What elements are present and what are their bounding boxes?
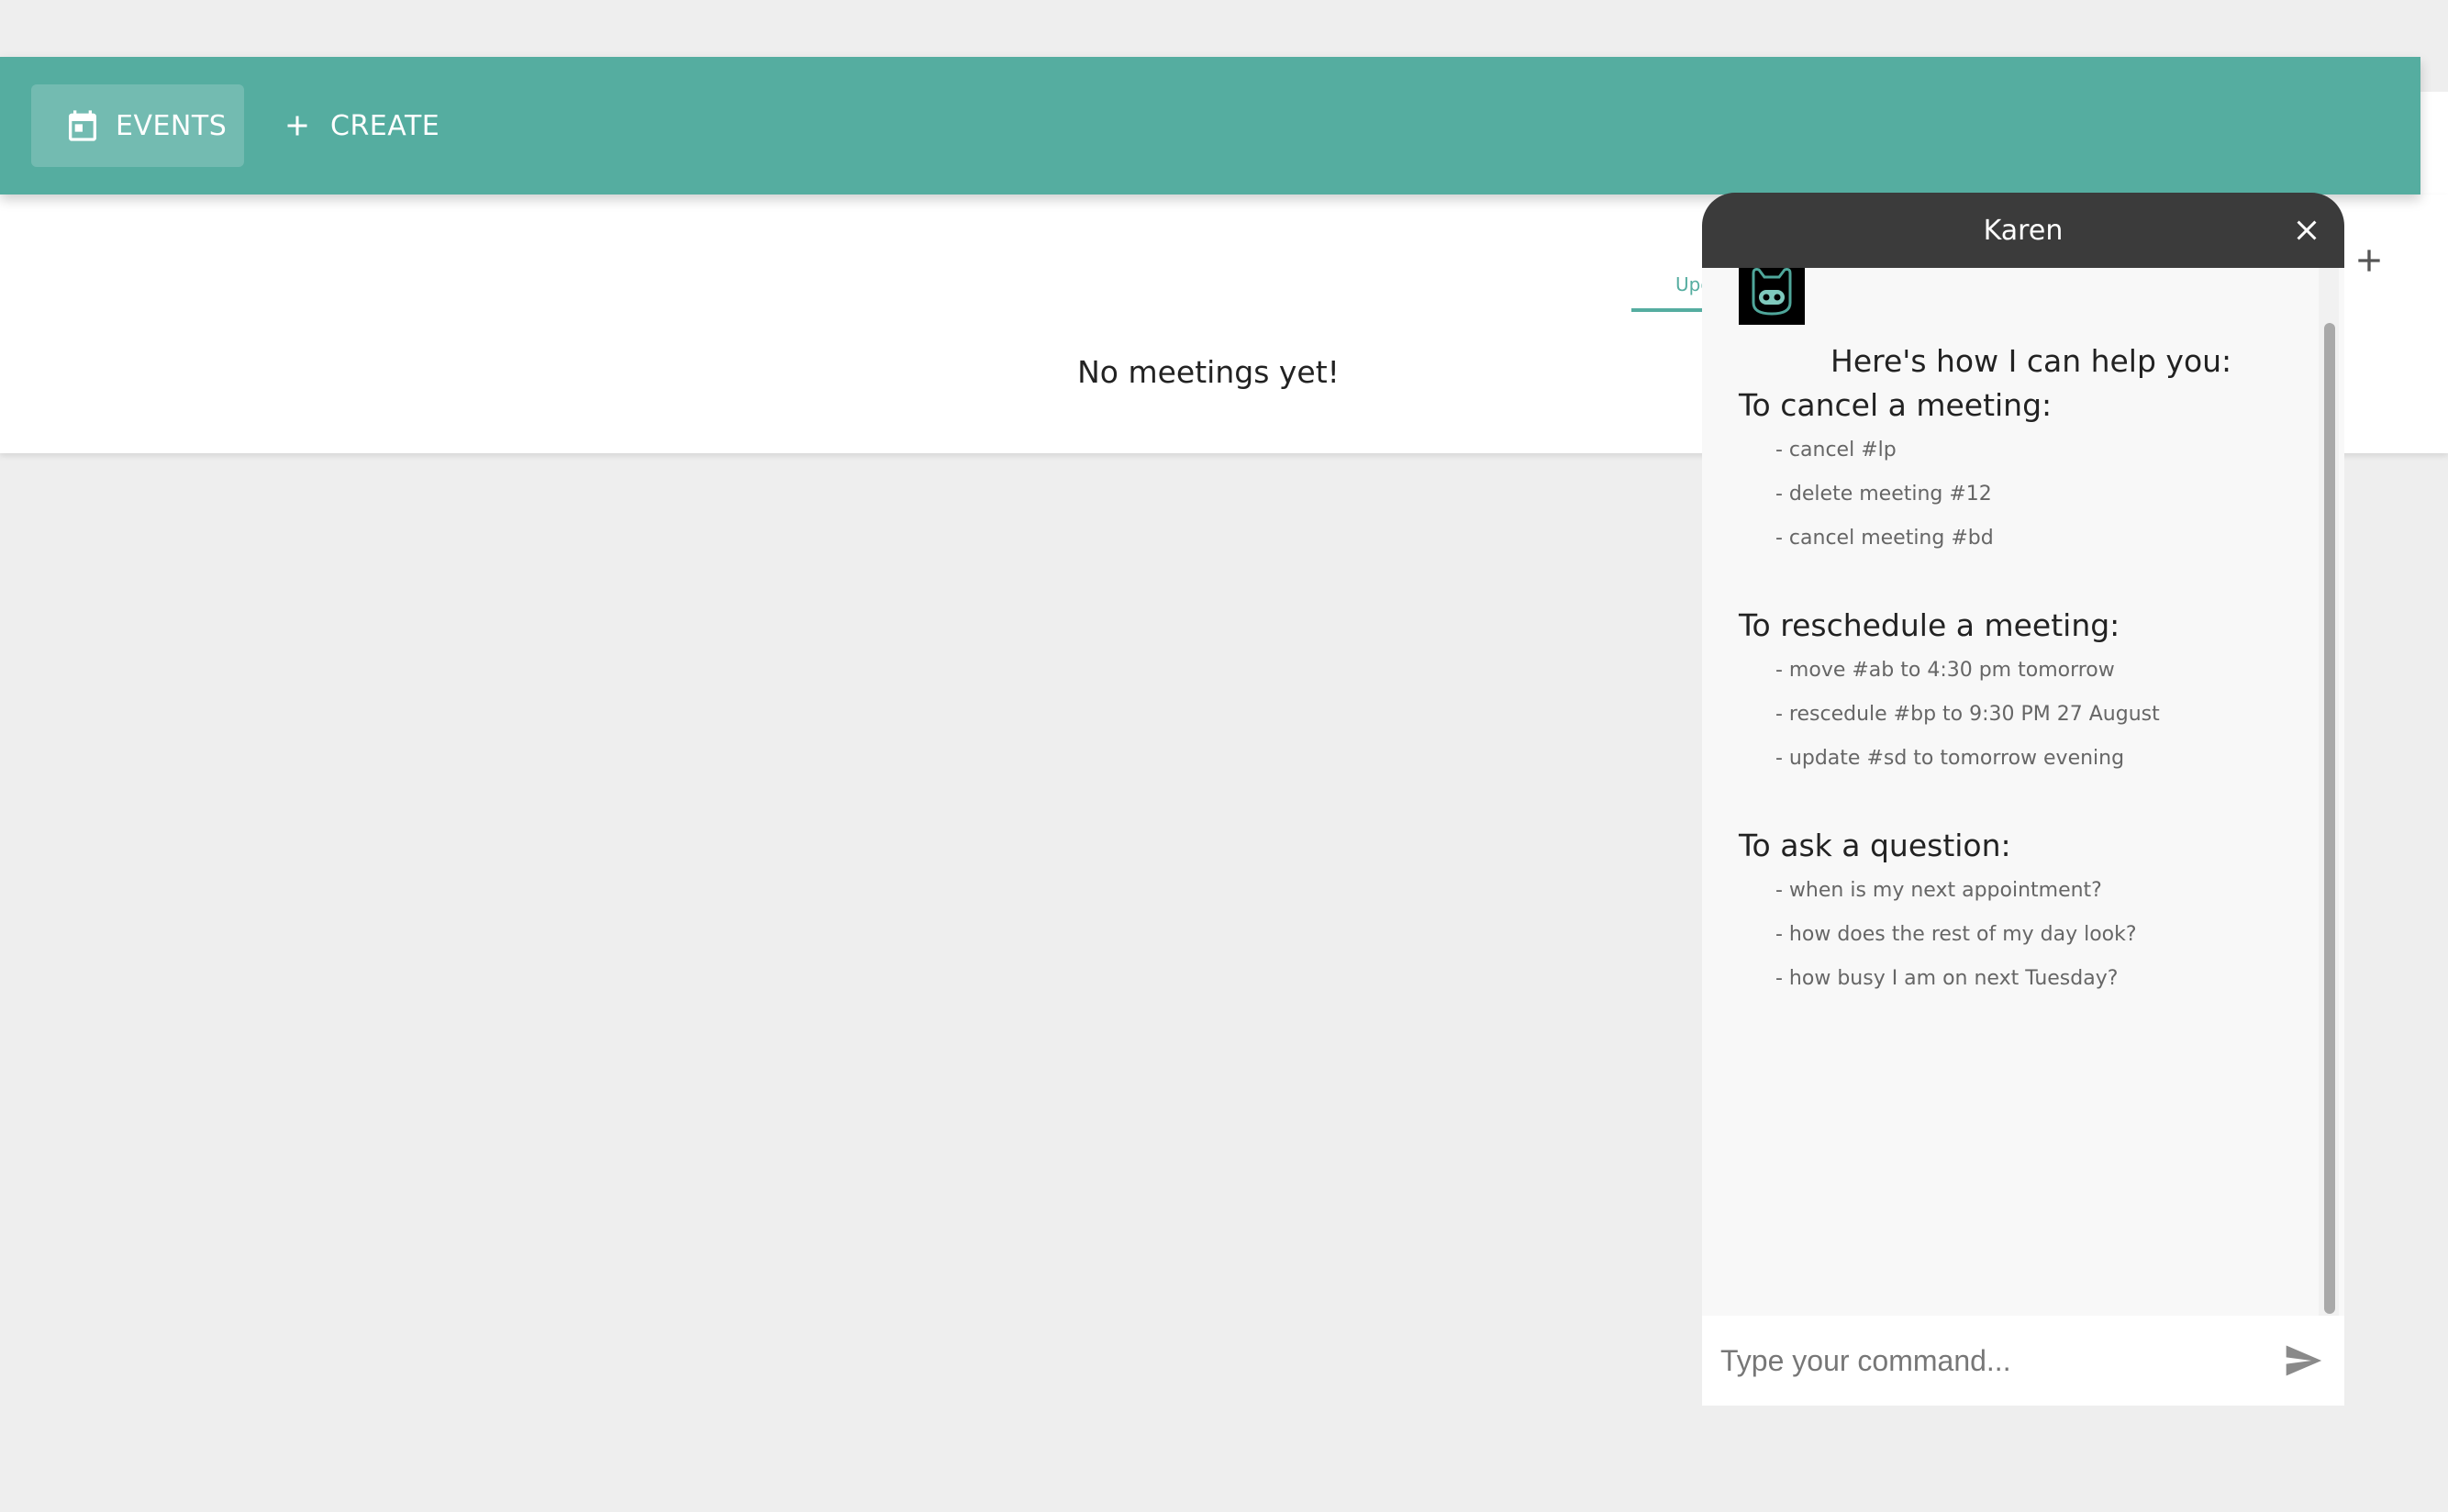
example-item: - when is my next appointment? xyxy=(1775,879,2102,902)
example-item: - how does the rest of my day look? xyxy=(1775,923,2137,946)
plus-icon xyxy=(277,106,317,146)
add-meeting-button[interactable] xyxy=(2349,240,2389,281)
chat-header: Karen xyxy=(1702,193,2344,268)
example-item: - how busy I am on next Tuesday? xyxy=(1775,967,2119,990)
chat-messages: Here's how I can help you: To cancel a m… xyxy=(1702,268,2344,1324)
events-label: EVENTS xyxy=(116,109,228,142)
create-label: CREATE xyxy=(330,109,440,142)
help-intro: Here's how I can help you: xyxy=(1830,343,2232,379)
section-title-question: To ask a question: xyxy=(1739,828,2011,863)
plus-icon xyxy=(2358,250,2380,272)
section-title-cancel: To cancel a meeting: xyxy=(1739,387,2053,423)
command-input[interactable] xyxy=(1719,1332,2254,1389)
example-item: - update #sd to tomorrow evening xyxy=(1775,747,2125,770)
chat-input-area xyxy=(1702,1316,2344,1406)
example-item: - delete meeting #12 xyxy=(1775,483,1992,506)
example-item: - rescedule #bp to 9:30 PM 27 August xyxy=(1775,703,2160,726)
send-icon xyxy=(2286,1345,2322,1376)
close-icon xyxy=(2297,220,2317,240)
events-nav-button[interactable]: EVENTS xyxy=(31,84,244,167)
send-button[interactable] xyxy=(2280,1338,2326,1384)
section-title-reschedule: To reschedule a meeting: xyxy=(1739,607,2120,643)
robot-icon xyxy=(1752,268,1792,316)
create-nav-button[interactable]: CREATE xyxy=(275,84,459,167)
bot-avatar xyxy=(1739,268,1805,325)
chat-close-button[interactable] xyxy=(2287,211,2326,250)
chat-scrollbar-thumb[interactable] xyxy=(2324,323,2335,1314)
example-item: - move #ab to 4:30 pm tomorrow xyxy=(1775,659,2115,682)
top-app-bar: EVENTS CREATE xyxy=(0,57,2420,195)
chat-widget: Karen Here's how I can help you: To canc… xyxy=(1702,193,2344,1406)
example-item: - cancel #lp xyxy=(1775,439,1897,461)
chat-title: Karen xyxy=(1983,214,2064,247)
example-item: - cancel meeting #bd xyxy=(1775,527,1994,550)
calendar-icon xyxy=(62,106,103,146)
